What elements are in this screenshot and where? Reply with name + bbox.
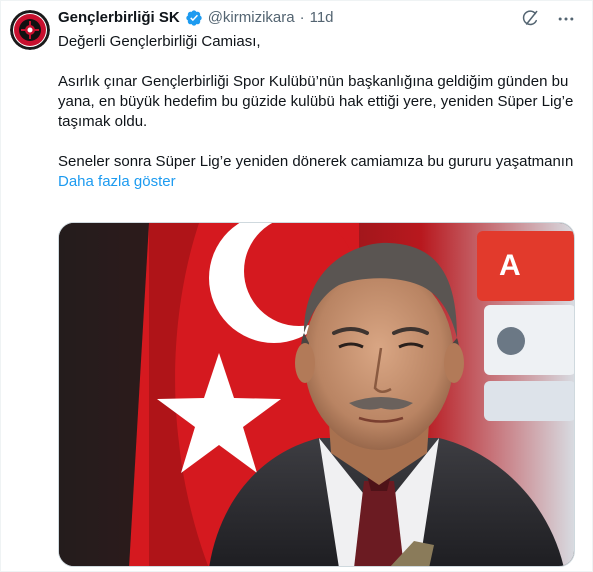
grok-icon[interactable] — [520, 9, 540, 29]
tweet-photo[interactable]: A — [58, 222, 575, 567]
tweet-time[interactable]: 11d — [310, 8, 334, 28]
account-handle[interactable]: @kirmizikara — [208, 8, 295, 28]
tweet-actions — [520, 9, 576, 29]
verified-badge-icon — [185, 9, 203, 27]
tweet-card[interactable]: Gençlerbirliği SK @kirmizikara · 11d Değ… — [0, 0, 593, 572]
tweet-greeting: Değerli Gençlerbirliği Camiası, — [58, 33, 261, 50]
display-name[interactable]: Gençlerbirliği SK — [58, 8, 180, 28]
tweet-text: Değerli Gençlerbirliği Camiası, Asırlık … — [58, 32, 578, 192]
svg-text:A: A — [499, 249, 521, 282]
tweet-header: Gençlerbirliği SK @kirmizikara · 11d — [58, 8, 334, 28]
more-options-icon[interactable] — [556, 9, 576, 29]
show-more-link[interactable]: Daha fazla göster — [58, 172, 176, 192]
separator-dot: · — [299, 9, 305, 26]
avatar[interactable] — [10, 10, 50, 50]
tweet-paragraph-3: Seneler sonra Süper Lig’e yeniden dönere… — [58, 153, 574, 170]
tweet-paragraph-2: Asırlık çınar Gençlerbirliği Spor Kulübü… — [58, 73, 574, 130]
